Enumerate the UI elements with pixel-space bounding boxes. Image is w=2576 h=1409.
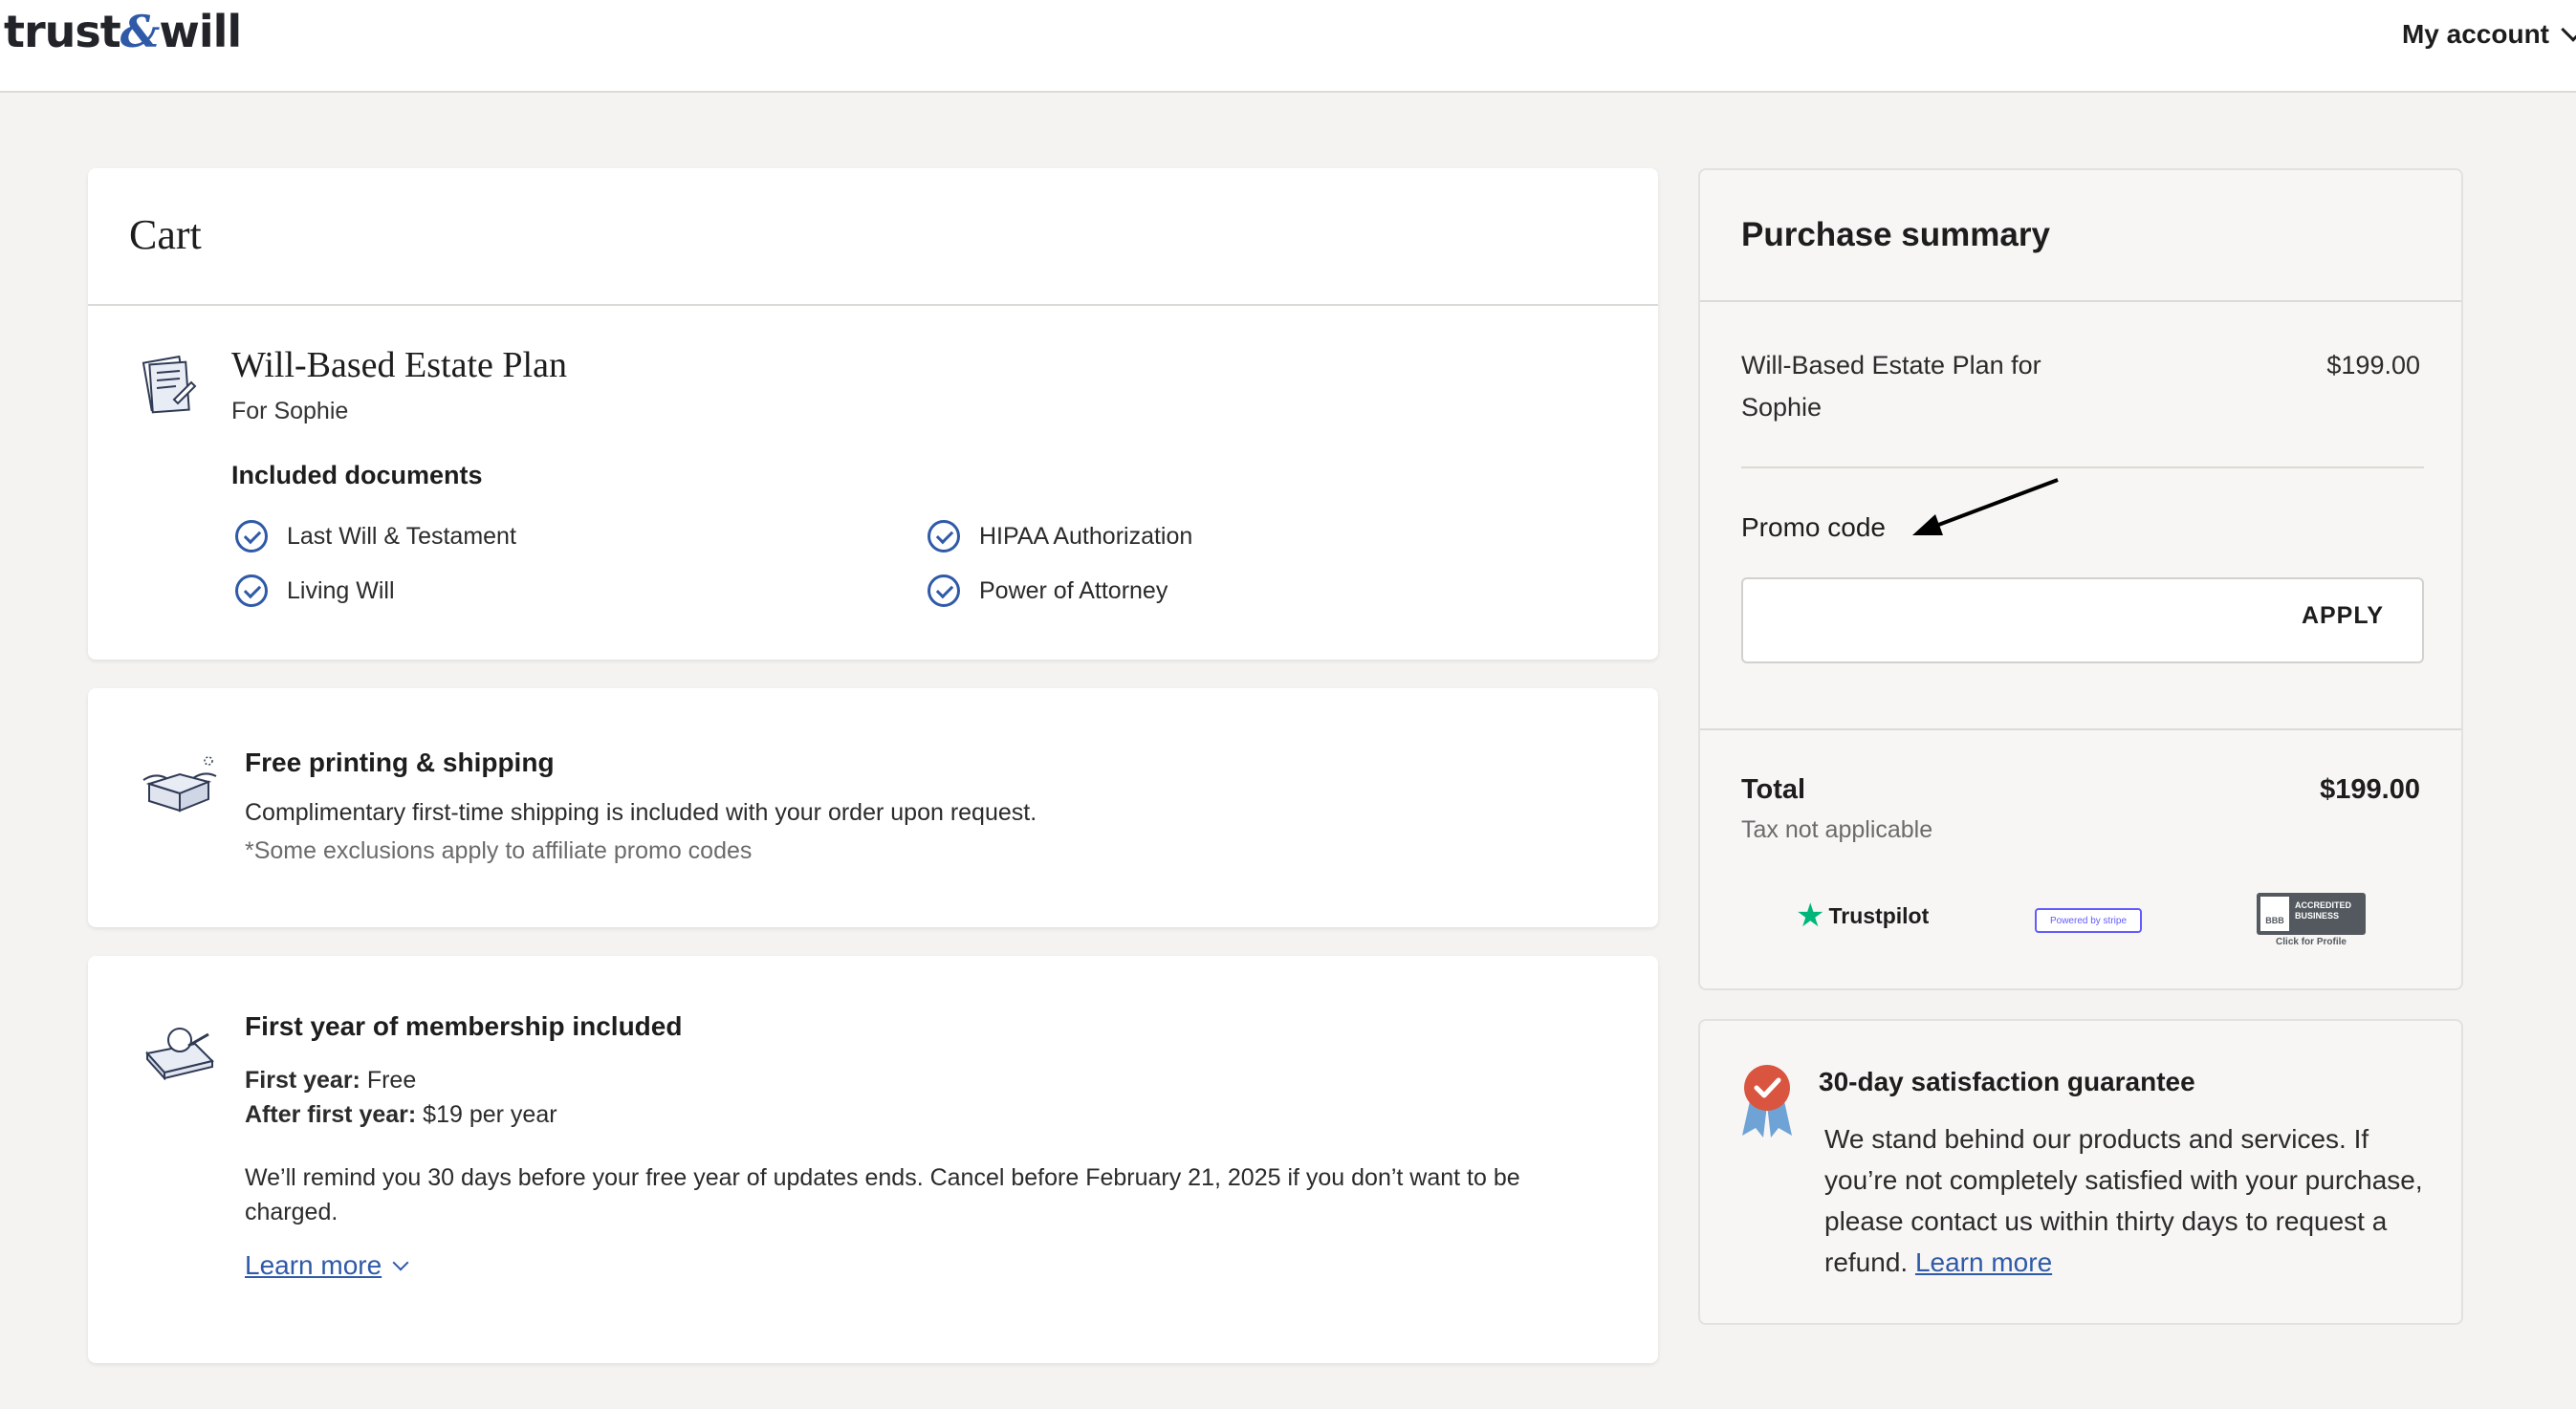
logo-text-will: will	[159, 6, 242, 57]
guarantee-text: We stand behind our products and service…	[1824, 1118, 2436, 1283]
first-year-value: Free	[360, 1067, 417, 1094]
chevron-down-icon	[392, 1254, 409, 1271]
first-year-line: First year: Free	[245, 1067, 416, 1095]
check-circle-icon	[928, 520, 960, 553]
bbb-seal-box: BBB ACCREDITED BUSINESS	[2257, 893, 2366, 935]
shipping-description: Complimentary first-time shipping is inc…	[245, 799, 1037, 826]
bbb-accredited-text: ACCREDITED BUSINESS	[2295, 900, 2352, 921]
bbb-seal-icon: BBB	[2260, 897, 2289, 931]
purchase-summary-title: Purchase summary	[1741, 216, 2050, 253]
cart-title: Cart	[129, 211, 202, 258]
tax-note: Tax not applicable	[1741, 816, 1933, 843]
plan-title: Will-Based Estate Plan	[231, 345, 567, 385]
logo-text-trust: trust	[4, 6, 121, 57]
total-value: $199.00	[2320, 774, 2420, 805]
cart-divider	[88, 304, 1658, 306]
document-label: Last Will & Testament	[287, 522, 516, 550]
estate-document-icon	[142, 355, 197, 414]
learn-more-label: Learn more	[245, 1250, 382, 1280]
included-documents-heading: Included documents	[231, 461, 483, 489]
bbb-click-for-profile: Click for Profile	[2276, 937, 2347, 947]
promo-code-label: Promo code	[1741, 512, 1886, 542]
award-ribbon-icon	[1742, 1065, 1792, 1138]
guarantee-description: We stand behind our products and service…	[1824, 1124, 2423, 1277]
learn-more-link[interactable]: Learn more	[245, 1250, 409, 1281]
chevron-down-icon	[2561, 17, 2576, 42]
free-shipping-card: Free printing & shipping Complimentary f…	[88, 688, 1658, 927]
annotation-arrow-icon	[1912, 478, 2059, 535]
line-item-divider	[1741, 466, 2424, 468]
document-label: HIPAA Authorization	[979, 522, 1193, 550]
document-item: Living Will	[235, 574, 395, 607]
guarantee-title: 30-day satisfaction guarantee	[1819, 1067, 2195, 1096]
guarantee-learn-more-link[interactable]: Learn more	[1915, 1247, 2052, 1277]
purchase-summary-card: Purchase summary Will-Based Estate Plan …	[1698, 168, 2463, 990]
after-first-year-value: $19 per year	[416, 1101, 557, 1128]
line-item-price: $199.00	[2326, 351, 2420, 379]
membership-card: First year of membership included First …	[88, 956, 1658, 1363]
satisfaction-guarantee-card: 30-day satisfaction guarantee We stand b…	[1698, 1019, 2463, 1325]
document-item: HIPAA Authorization	[928, 520, 1192, 553]
shipping-title: Free printing & shipping	[245, 748, 555, 777]
my-account-menu[interactable]: My account	[2401, 17, 2576, 50]
after-first-year-line: After first year: $19 per year	[245, 1101, 557, 1129]
trust-and-will-logo[interactable]: trust&will	[4, 6, 242, 57]
document-item: Last Will & Testament	[235, 520, 516, 553]
trustpilot-badge[interactable]: ★ Trustpilot	[1796, 897, 1929, 935]
apply-promo-button[interactable]: APPLY	[2302, 602, 2384, 630]
check-circle-icon	[928, 574, 960, 607]
total-divider	[1700, 728, 2461, 730]
membership-reminder-text: We’ll remind you 30 days before your fre…	[245, 1164, 1520, 1225]
promo-code-field: APPLY	[1741, 577, 2424, 663]
shipping-exclusion-note: *Some exclusions apply to affiliate prom…	[245, 837, 753, 864]
cart-card: Cart Will-Based Estate Plan For Sophie I…	[88, 168, 1658, 660]
first-year-label: First year:	[245, 1067, 360, 1094]
plan-recipient: For Sophie	[231, 398, 349, 424]
line-item-name: Will-Based Estate Plan for Sophie	[1741, 351, 2041, 422]
logo-ampersand: &	[120, 6, 161, 57]
magnifier-document-icon	[145, 1028, 214, 1080]
document-label: Living Will	[287, 576, 395, 604]
check-circle-icon	[235, 574, 268, 607]
summary-divider	[1700, 300, 2461, 302]
document-item: Power of Attorney	[928, 574, 1168, 607]
top-navigation-bar: trust&will My account	[0, 0, 2576, 93]
document-label: Power of Attorney	[979, 576, 1168, 604]
shipping-box-icon	[142, 756, 217, 813]
trustpilot-label: Trustpilot	[1828, 902, 1930, 928]
total-label: Total	[1741, 774, 1806, 805]
check-circle-icon	[235, 520, 268, 553]
membership-title: First year of membership included	[245, 1011, 683, 1041]
star-icon: ★	[1796, 898, 1825, 934]
my-account-label: My account	[2401, 19, 2549, 49]
bbb-accredited-badge[interactable]: BBB ACCREDITED BUSINESS Click for Profil…	[2257, 889, 2366, 956]
promo-code-input[interactable]	[1758, 598, 2256, 644]
trust-badges: ★ Trustpilot Powered by stripe BBB ACCRE…	[1700, 889, 2461, 956]
after-first-year-label: After first year:	[245, 1101, 417, 1128]
stripe-badge: Powered by stripe	[2035, 908, 2142, 933]
